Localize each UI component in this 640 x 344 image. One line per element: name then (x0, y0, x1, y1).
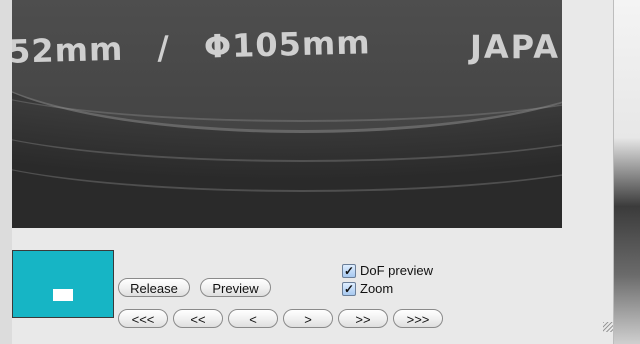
zoom-area-marker[interactable] (53, 289, 73, 301)
lens-slash-text: / (156, 28, 171, 67)
preview-button[interactable]: Preview (200, 278, 271, 297)
nav-far-back-button[interactable]: <<< (118, 309, 168, 328)
dof-preview-checkbox[interactable]: ✓ DoF preview (342, 263, 433, 278)
lens-ridge (12, 110, 562, 192)
release-button[interactable]: Release (118, 278, 190, 297)
lens-filter-text: Φ105mm (203, 23, 372, 66)
nav-far-forward-button[interactable]: >>> (393, 309, 443, 328)
window-edge (0, 0, 12, 344)
check-icon: ✓ (343, 263, 355, 278)
zoom-box[interactable]: ✓ (342, 281, 356, 296)
dof-preview-box[interactable]: ✓ (342, 263, 356, 278)
nav-forward-button[interactable]: >> (338, 309, 388, 328)
desktop-backdrop (612, 0, 640, 344)
nav-back-button[interactable]: << (173, 309, 223, 328)
zoom-label: Zoom (360, 281, 394, 296)
nav-step-back-button[interactable]: < (228, 309, 278, 328)
live-view-image: 52mm / Φ105mm JAPA (12, 0, 562, 228)
check-icon: ✓ (343, 281, 355, 296)
lens-brand-text: JAPA (470, 28, 560, 66)
nav-step-forward-button[interactable]: > (283, 309, 333, 328)
dof-preview-label: DoF preview (360, 263, 433, 278)
live-view-window: 52mm / Φ105mm JAPA Release Preview ✓ DoF p… (0, 0, 614, 344)
lens-focal-text: 52mm (12, 29, 124, 71)
zoom-navigator-thumbnail[interactable] (12, 250, 114, 318)
resize-grip-icon[interactable] (603, 322, 613, 332)
zoom-checkbox[interactable]: ✓ Zoom (342, 281, 393, 296)
